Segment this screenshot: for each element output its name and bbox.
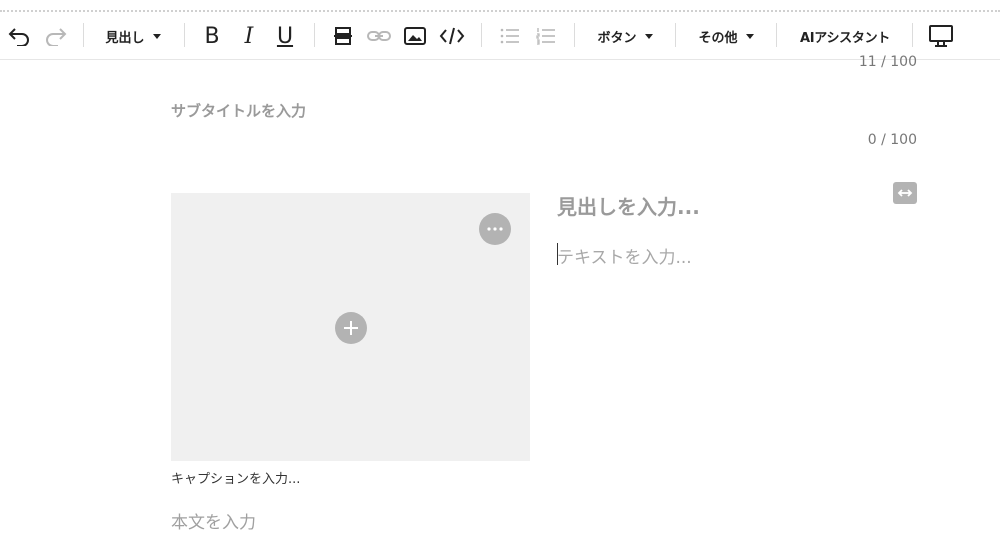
- block-text-input[interactable]: テキストを入力...: [557, 243, 692, 268]
- undo-button[interactable]: [5, 13, 33, 59]
- link-button[interactable]: [365, 13, 393, 59]
- title-char-counter: 11 / 100: [858, 54, 917, 70]
- add-image-button[interactable]: [335, 312, 367, 344]
- ai-assistant-button[interactable]: AIアシスタント: [790, 13, 900, 59]
- undo-icon: [8, 28, 29, 46]
- ai-assistant-label: AIアシスタント: [800, 30, 890, 46]
- chevron-down-icon: [152, 33, 161, 39]
- numbered-list-icon: [536, 28, 555, 45]
- bulleted-list-button[interactable]: [496, 13, 524, 59]
- strikethrough-icon: [334, 27, 352, 45]
- bold-button[interactable]: B: [199, 13, 225, 59]
- underline-icon: U: [276, 23, 294, 49]
- horizontal-rule-button[interactable]: [329, 13, 357, 59]
- underline-button[interactable]: U: [272, 13, 298, 59]
- text-cursor: [557, 243, 558, 265]
- heading-dropdown-label: 見出し: [105, 30, 145, 46]
- toolbar-separator: [314, 23, 315, 47]
- monitor-icon: [929, 25, 953, 47]
- subtitle-input[interactable]: サブタイトルを入力: [171, 100, 306, 121]
- redo-icon: [46, 28, 67, 46]
- preview-button[interactable]: [926, 13, 956, 59]
- redo-button[interactable]: [42, 13, 70, 59]
- toolbar-separator: [675, 23, 676, 47]
- image-icon: [404, 27, 426, 45]
- other-dropdown-label: その他: [698, 30, 738, 46]
- image-placeholder[interactable]: [171, 193, 530, 461]
- bold-icon: B: [204, 23, 220, 49]
- toolbar-separator: [83, 23, 84, 47]
- other-dropdown[interactable]: その他: [689, 13, 763, 59]
- swap-layout-button[interactable]: [893, 182, 917, 204]
- editor-toolbar: 見出し B I U ボタン その他 AIアシスタント: [0, 13, 1000, 60]
- code-icon: [439, 27, 465, 45]
- block-heading-input[interactable]: 見出しを入力...: [557, 191, 700, 220]
- chevron-down-icon: [644, 33, 653, 39]
- toolbar-separator: [574, 23, 575, 47]
- top-dotted-border: [0, 10, 1000, 12]
- more-options-button[interactable]: [479, 213, 511, 245]
- numbered-list-button[interactable]: [532, 13, 560, 59]
- plus-icon: [344, 321, 358, 335]
- caption-input[interactable]: キャプションを入力...: [171, 468, 300, 487]
- heading-dropdown[interactable]: 見出し: [97, 13, 169, 59]
- insert-image-button[interactable]: [401, 13, 429, 59]
- code-button[interactable]: [437, 13, 467, 59]
- italic-button[interactable]: I: [236, 13, 262, 59]
- bulleted-list-icon: [500, 28, 519, 44]
- button-dropdown-label: ボタン: [597, 30, 637, 46]
- toolbar-separator: [912, 23, 913, 47]
- swap-horizontal-icon: [897, 189, 913, 197]
- toolbar-separator: [481, 23, 482, 47]
- more-horizontal-icon: [487, 227, 503, 231]
- link-icon: [367, 31, 391, 41]
- chevron-down-icon: [745, 33, 754, 39]
- toolbar-separator: [776, 23, 777, 47]
- button-dropdown[interactable]: ボタン: [588, 13, 662, 59]
- italic-icon: I: [244, 23, 254, 49]
- subtitle-char-counter: 0 / 100: [867, 132, 917, 148]
- body-input[interactable]: 本文を入力: [171, 508, 256, 533]
- toolbar-separator: [184, 23, 185, 47]
